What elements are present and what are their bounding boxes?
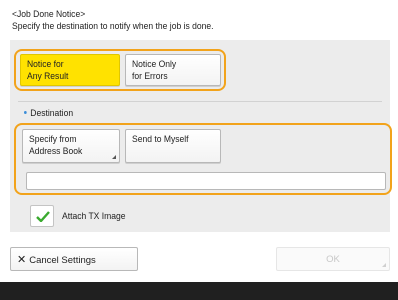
destination-heading: Destination [24, 108, 73, 119]
bullet-icon [24, 110, 27, 114]
close-icon: ✕ [17, 254, 27, 266]
send-to-myself-button[interactable]: Send to Myself [125, 129, 221, 163]
bottom-status-bar [0, 282, 398, 300]
destination-address-field[interactable] [26, 172, 386, 190]
notice-any-result-button[interactable]: Notice for Any Result [20, 54, 120, 86]
page-instruction: Specify the destination to notify when t… [12, 21, 214, 32]
ok-button[interactable]: OK [276, 247, 390, 271]
attach-image-checkbox[interactable] [30, 205, 54, 227]
corner-indicator-icon [382, 263, 386, 267]
attach-image-label: Attach TX Image [62, 211, 126, 222]
submenu-arrow-icon [112, 155, 116, 159]
notice-errors-only-button[interactable]: Notice Only for Errors [125, 54, 221, 86]
page-header: <Job Done Notice> Specify the destinatio… [12, 9, 354, 33]
page-title: <Job Done Notice> [12, 9, 86, 20]
destination-label: Destination [30, 108, 74, 119]
section-divider [18, 101, 382, 102]
checkmark-icon [36, 211, 50, 222]
address-book-button[interactable]: Specify from Address Book [22, 129, 120, 163]
cancel-settings-button[interactable]: ✕ Cancel Settings [10, 247, 138, 271]
